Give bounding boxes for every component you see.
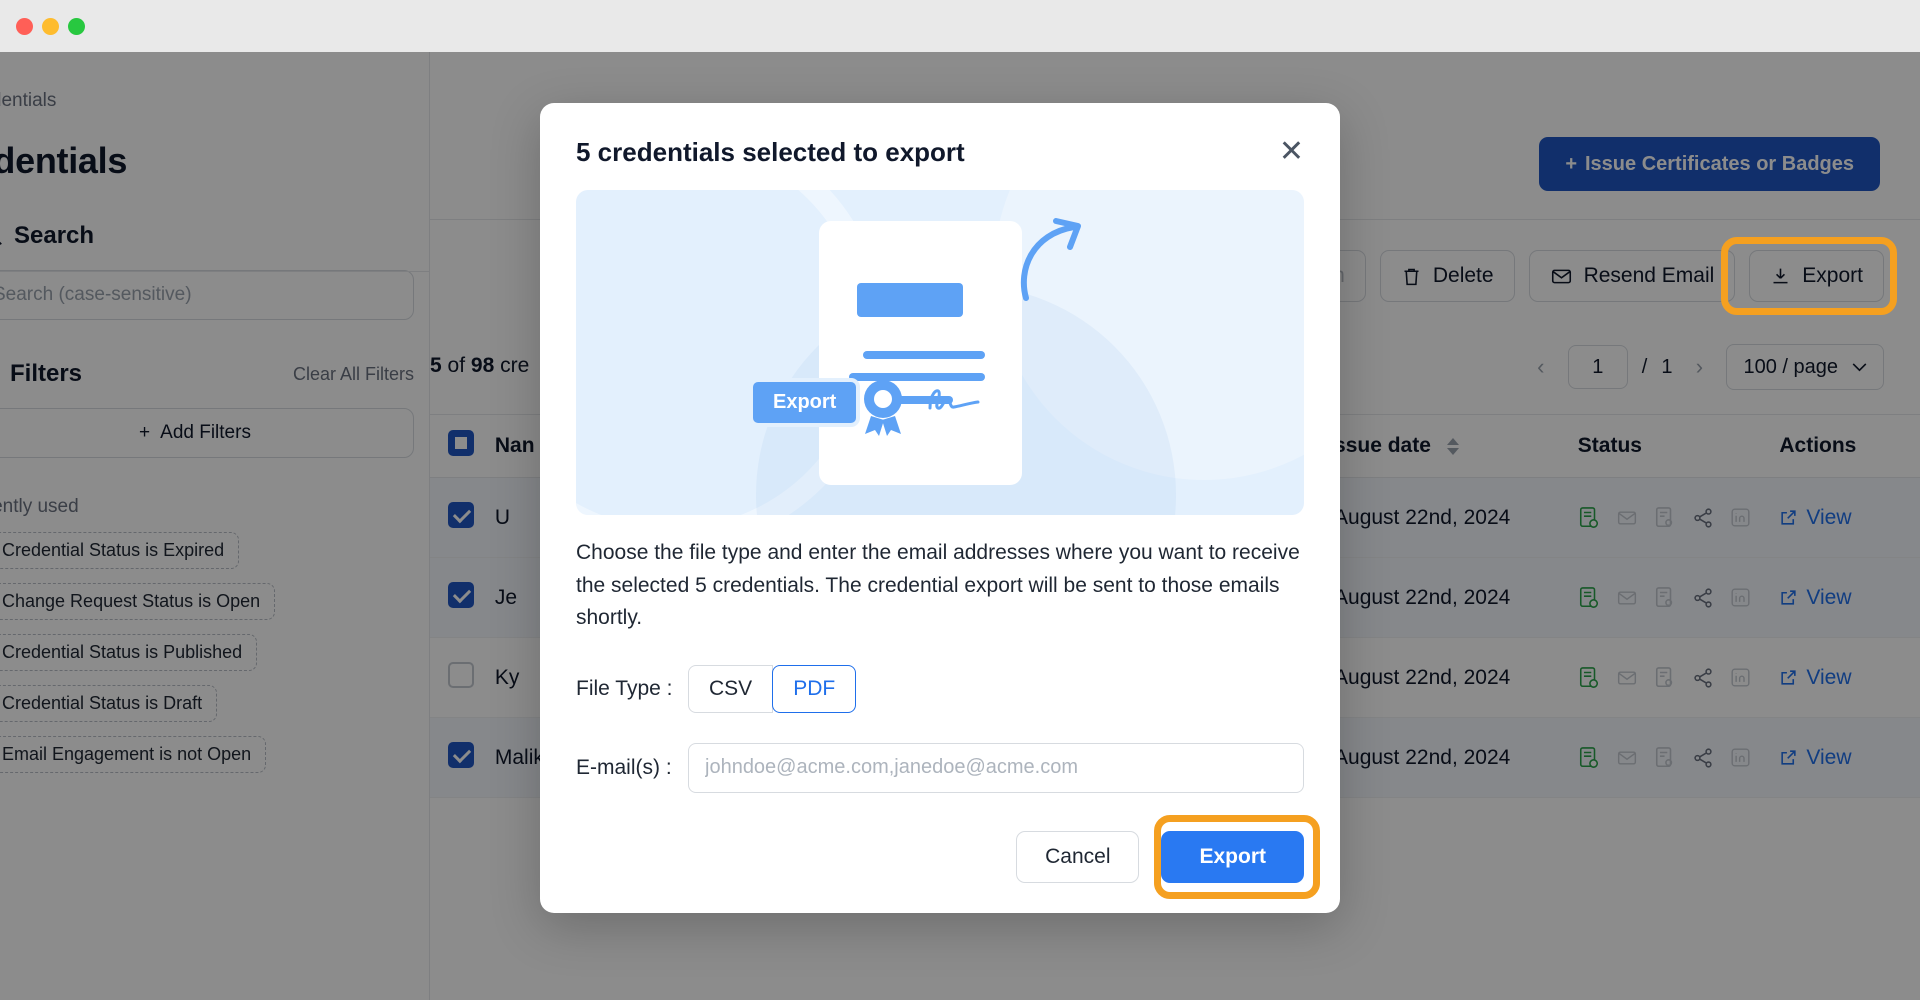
dialog-header: 5 credentials selected to export ✕ <box>576 137 1304 168</box>
certificate-card <box>819 221 1022 485</box>
confirm-export-button[interactable]: Export <box>1161 831 1304 883</box>
illustration-export-badge: Export <box>749 378 860 427</box>
window-controls <box>16 18 85 35</box>
certificate-title-bar <box>857 283 963 317</box>
close-icon[interactable]: ✕ <box>1279 137 1304 167</box>
file-type-row: File Type : CSV PDF <box>576 665 1304 713</box>
file-type-label: File Type : <box>576 677 688 701</box>
award-seal-icon <box>857 376 909 438</box>
dialog-footer: Cancel Export <box>576 831 1304 883</box>
file-type-option-pdf[interactable]: PDF <box>772 665 856 713</box>
emails-label: E-mail(s) : <box>576 756 688 780</box>
export-dialog: 5 credentials selected to export ✕ Expor… <box>540 103 1340 913</box>
certificate-line <box>863 351 985 359</box>
export-illustration: Export <box>576 190 1304 515</box>
window-titlebar <box>0 0 1920 52</box>
emails-row: E-mail(s) : <box>576 743 1304 793</box>
curved-arrow-icon <box>1016 218 1088 304</box>
file-type-option-csv[interactable]: CSV <box>688 665 773 713</box>
signature-icon <box>926 386 982 416</box>
dialog-description: Choose the file type and enter the email… <box>576 537 1304 635</box>
dialog-title: 5 credentials selected to export <box>576 137 965 168</box>
close-window-button[interactable] <box>16 18 33 35</box>
cancel-button[interactable]: Cancel <box>1016 831 1139 883</box>
maximize-window-button[interactable] <box>68 18 85 35</box>
emails-input[interactable] <box>688 743 1304 793</box>
minimize-window-button[interactable] <box>42 18 59 35</box>
file-type-segmented-control: CSV PDF <box>688 665 856 713</box>
